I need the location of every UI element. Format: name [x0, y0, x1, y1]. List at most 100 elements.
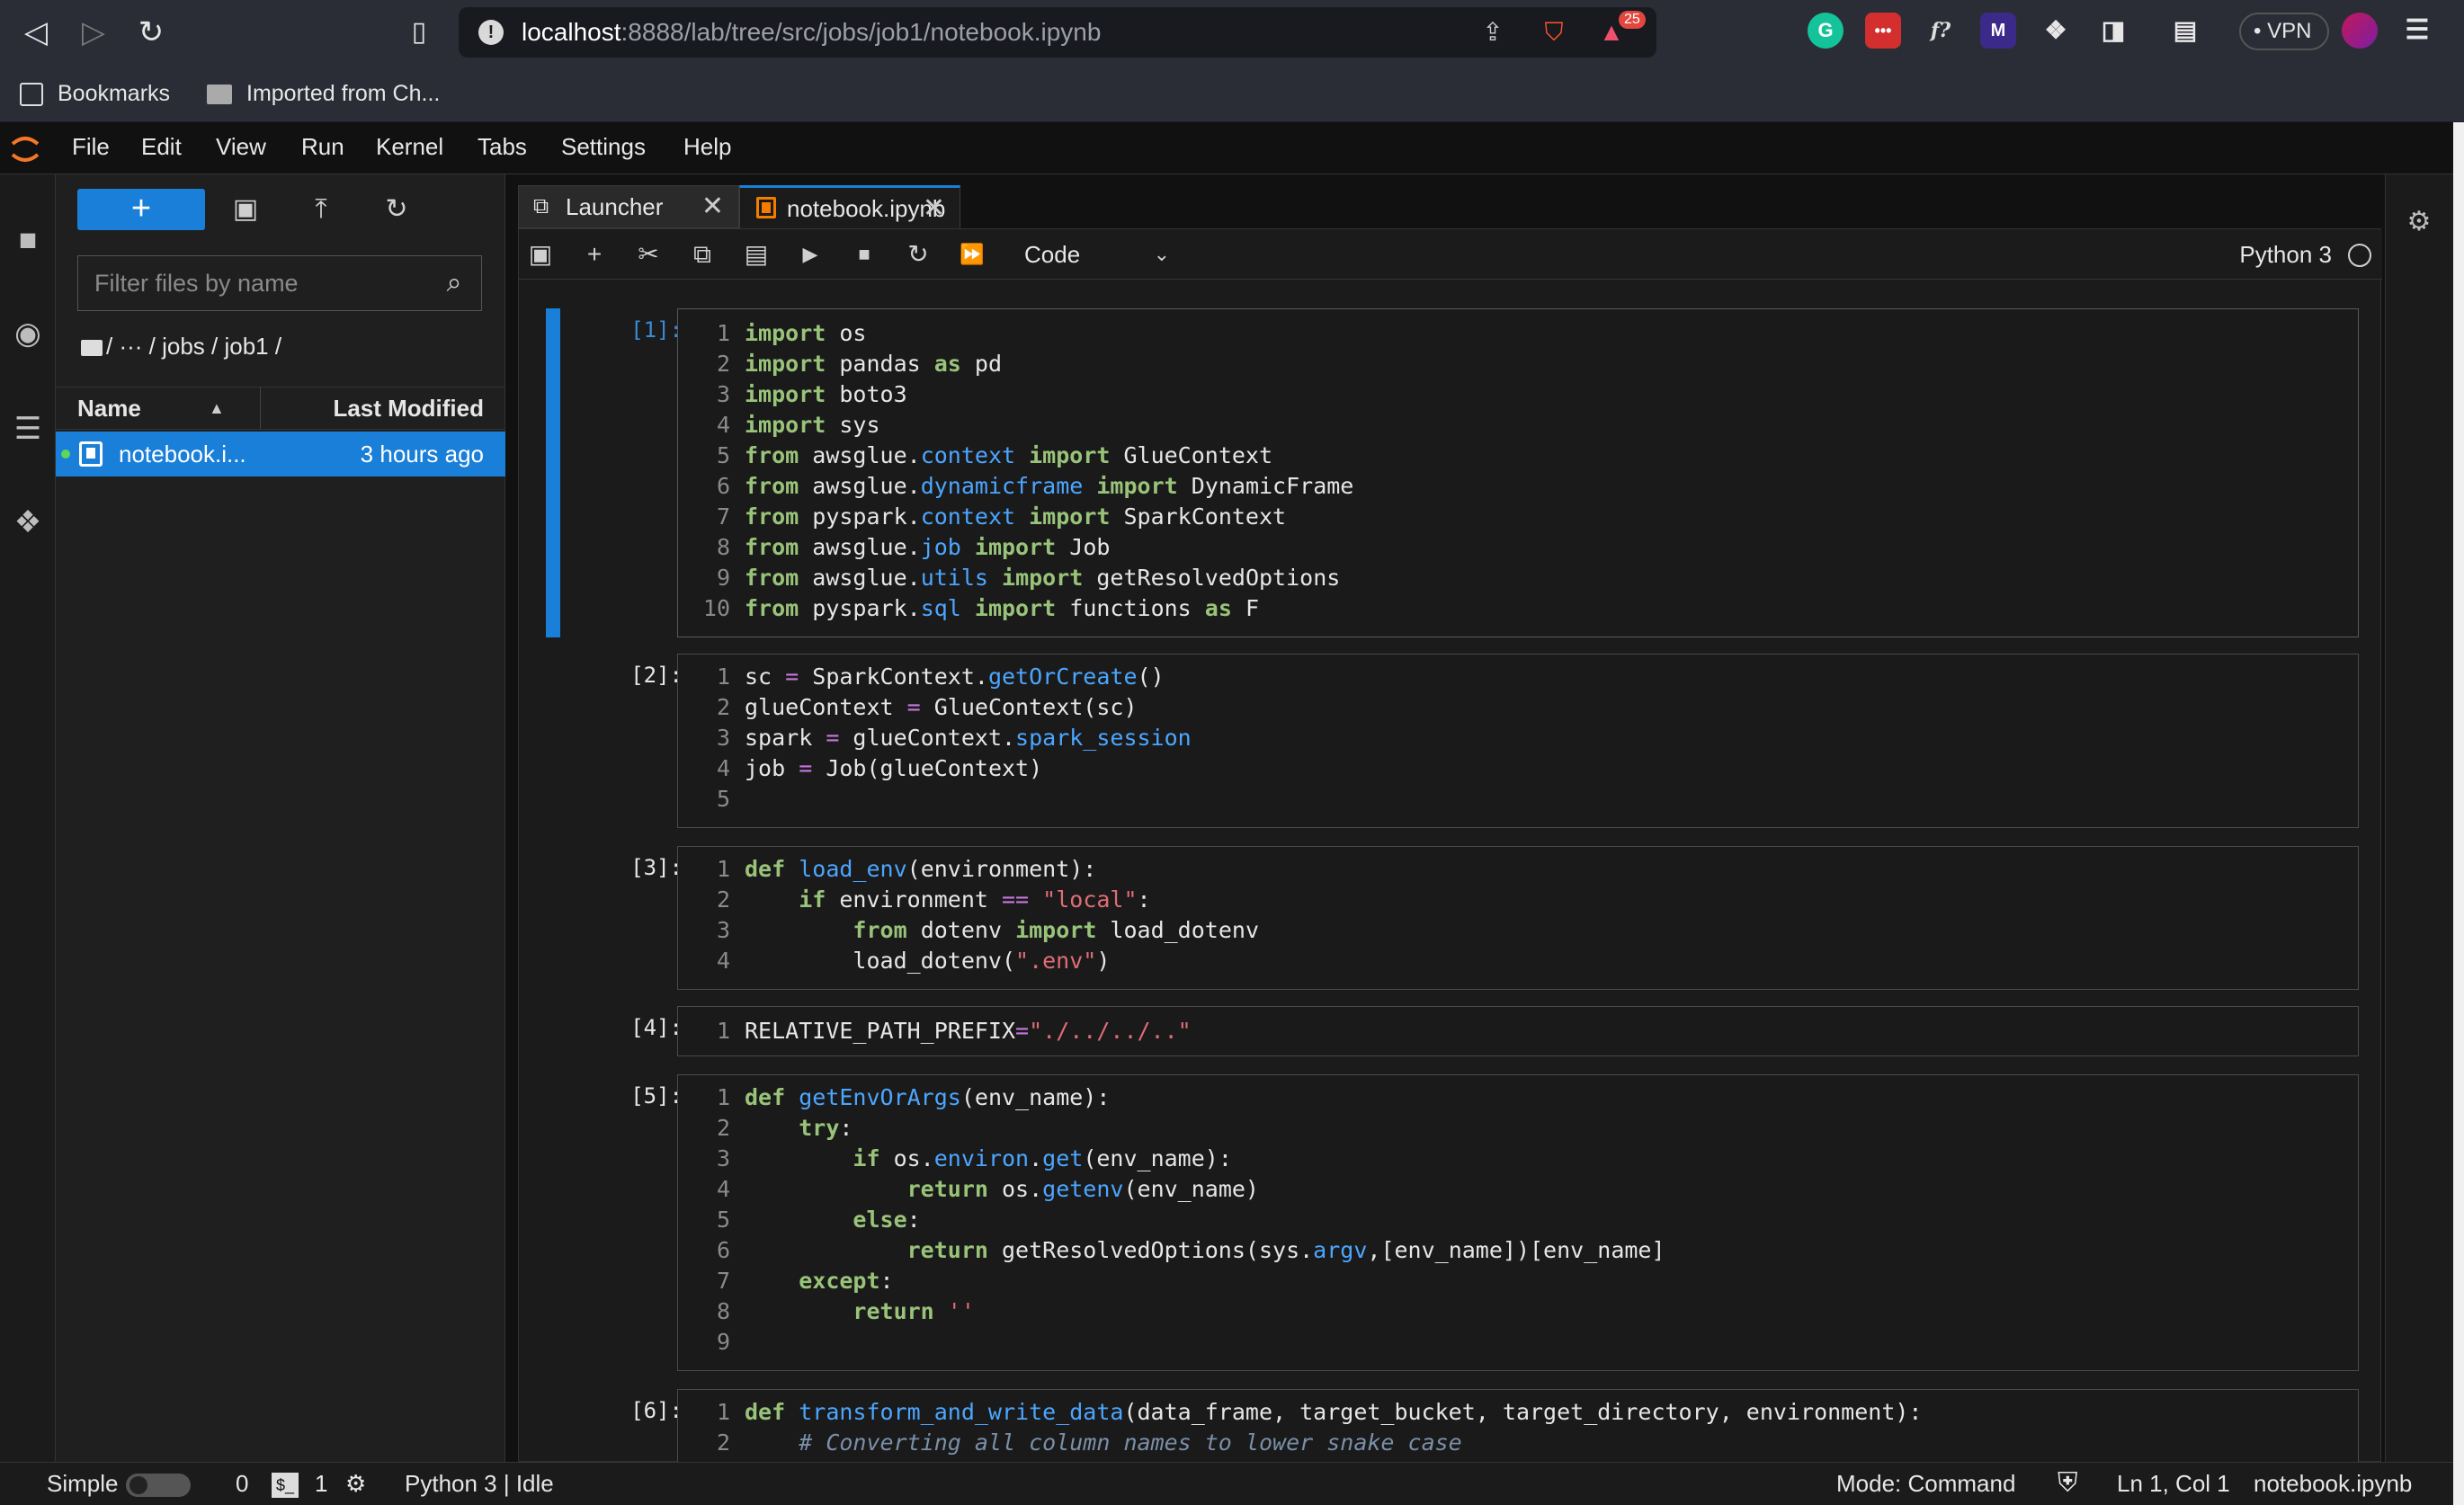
code-cell[interactable]: [4]: 1 RELATIVE_PATH_PREFIX="./../../.." [519, 1006, 2382, 1056]
notebook-file-icon [79, 441, 103, 467]
code-line: 4 job = Job(glueContext) [716, 755, 1043, 781]
code-cell[interactable]: [3]: 1 def load_env(environment): 2 if en… [519, 846, 2382, 990]
upload-icon[interactable]: ⤒ [300, 189, 342, 230]
code-line: 3 import boto3 [716, 381, 907, 407]
address-bar[interactable]: ! localhost:8888/lab/tree/src/jobs/job1/… [459, 7, 1656, 58]
new-launcher-button[interactable]: + [77, 189, 205, 230]
browser-toolbar: ◁ ▷ ↻ ▯ ! localhost:8888/lab/tree/src/jo… [0, 0, 2464, 65]
code-line: 3 spark = glueContext.spark_session [716, 725, 1192, 751]
cell-editor[interactable]: 1 sc = SparkContext.getOrCreate() 2 glueCo… [677, 654, 2359, 828]
property-inspector-icon[interactable]: ⚙ [2398, 201, 2440, 243]
cell-prompt: [1]: [630, 317, 683, 343]
paste-icon[interactable]: ▤ [738, 236, 774, 272]
cell-collapser[interactable] [546, 308, 560, 637]
cut-icon[interactable]: ✂ [630, 236, 666, 272]
cell-editor[interactable]: 1 def load_env(environment): 2 if environ… [677, 846, 2359, 990]
simple-mode-toggle[interactable] [126, 1474, 191, 1497]
forward-icon[interactable]: ▷ [74, 13, 113, 52]
cell-type-select[interactable]: Code ⌄ [1015, 236, 1177, 272]
menu-view[interactable]: View [216, 133, 266, 161]
menu-file[interactable]: File [72, 133, 110, 161]
kernel-gear-icon: ⚙ [345, 1470, 367, 1497]
save-icon[interactable]: ▣ [522, 236, 558, 272]
imported-bookmarks-folder[interactable]: Imported from Ch... [207, 76, 440, 111]
code-cell[interactable]: [1]: 1 import os 2 import pandas as pd 3 im… [519, 308, 2382, 637]
launcher-icon: ⧉ [533, 194, 549, 218]
code-cell[interactable]: [2]: 1 sc = SparkContext.getOrCreate() 2g… [519, 654, 2382, 828]
name-column-header[interactable]: Name ▲ [56, 387, 261, 429]
back-icon[interactable]: ◁ [16, 13, 56, 52]
restart-run-all-icon[interactable]: ⏩ [954, 236, 990, 272]
new-folder-icon[interactable]: ▣ [225, 189, 266, 230]
run-icon[interactable]: ▶ [792, 236, 828, 272]
restart-kernel-icon[interactable]: ↻ [900, 236, 936, 272]
file-browser-icon[interactable]: ■ [7, 219, 49, 261]
menu-bar: File Edit View Run Kernel Tabs Settings … [0, 122, 2453, 174]
menu-settings[interactable]: Settings [561, 133, 646, 161]
bookmark-icon[interactable]: ▯ [399, 13, 439, 52]
tab-notebook[interactable]: notebook.ipynb ✕ [739, 185, 960, 228]
extension-m-icon[interactable]: M [1980, 13, 2016, 49]
site-info-icon[interactable]: ! [478, 20, 504, 45]
folder-icon [81, 340, 103, 357]
tab-launcher[interactable]: ⧉ Launcher ✕ [518, 185, 739, 228]
code-line: 1 import os [716, 320, 867, 346]
left-sidebar-rail: ■ ◉ ☰ ❖ [0, 174, 56, 1462]
cell-editor[interactable]: 1 def getEnvOrArgs(env_name): 2 try: 3 if… [677, 1074, 2359, 1371]
bookmarks-folder[interactable]: Bookmarks [20, 76, 170, 111]
reload-icon[interactable]: ↻ [131, 13, 171, 52]
page-scrollbar[interactable] [2453, 122, 2464, 1505]
lastpass-icon[interactable]: ••• [1865, 13, 1901, 49]
code-line: 5 [716, 786, 730, 812]
code-line: 2 if environment == "local": [716, 886, 1151, 913]
kernel-status-text[interactable]: Python 3 | Idle [405, 1463, 554, 1504]
menu-kernel[interactable]: Kernel [376, 133, 443, 161]
last-modified-column-header[interactable]: Last Modified [333, 387, 484, 429]
code-cell[interactable]: [6]: 1 def transform_and_write_data(data_… [519, 1389, 2382, 1463]
url-text[interactable]: localhost:8888/lab/tree/src/jobs/job1/no… [522, 18, 1101, 47]
extension-manager-icon[interactable]: ❖ [7, 502, 49, 543]
notebook-cells[interactable]: [1]: 1 import os 2 import pandas as pd 3 im… [519, 280, 2382, 1463]
cell-prompt: [3]: [630, 855, 683, 880]
code-line: 2 try: [716, 1115, 853, 1141]
sidebar-icon[interactable]: ◨ [2095, 13, 2131, 49]
code-line: 2 import pandas as pd [716, 351, 1002, 377]
file-list-item[interactable]: notebook.i... 3 hours ago [56, 432, 505, 476]
vpn-button[interactable]: • VPN [2239, 13, 2329, 50]
menu-edit[interactable]: Edit [141, 133, 182, 161]
extensions-puzzle-icon[interactable]: ❖ [2038, 13, 2074, 49]
menu-help[interactable]: Help [683, 133, 731, 161]
code-cell[interactable]: [5]: 1 def getEnvOrArgs(env_name): 2 try:… [519, 1074, 2382, 1371]
insert-cell-icon[interactable]: + [576, 236, 612, 272]
code-line: 3 from dotenv import load_dotenv [716, 917, 1259, 943]
menu-tabs[interactable]: Tabs [478, 133, 527, 161]
brave-shields-icon[interactable]: ⛉ [1538, 16, 1570, 49]
refresh-icon[interactable]: ↻ [376, 189, 417, 230]
cursor-position[interactable]: Ln 1, Col 1 [2117, 1463, 2230, 1504]
copy-icon[interactable]: ⧉ [684, 236, 720, 272]
kernel-name[interactable]: Python 3 [2239, 236, 2332, 272]
jupyter-logo-icon [11, 137, 40, 162]
formula-extension-icon[interactable]: f? [1923, 13, 1959, 49]
code-line: 4 import sys [716, 412, 880, 438]
menu-icon[interactable]: ☰ [2399, 13, 2435, 49]
filter-files-input[interactable] [78, 256, 420, 310]
stop-icon[interactable]: ■ [846, 236, 882, 272]
grammarly-icon[interactable]: G [1808, 13, 1844, 49]
cell-editor[interactable]: 1 def transform_and_write_data(data_frame… [677, 1389, 2359, 1463]
trusted-shield-icon[interactable]: ⛨ [2058, 1463, 2078, 1504]
close-icon[interactable]: ✕ [923, 188, 945, 229]
menu-run[interactable]: Run [301, 133, 344, 161]
breadcrumb[interactable]: / ··· / jobs / job1 / [81, 333, 281, 369]
profile-avatar[interactable] [2342, 13, 2378, 49]
share-icon[interactable]: ⇪ [1477, 16, 1509, 49]
terminals-count[interactable]: 0 [236, 1463, 248, 1504]
folder-icon [207, 85, 232, 105]
wallet-icon[interactable]: ▤ [2167, 13, 2203, 49]
table-of-contents-icon[interactable]: ☰ [7, 408, 49, 450]
cell-editor[interactable]: 1 RELATIVE_PATH_PREFIX="./../../.." [677, 1006, 2359, 1056]
cell-editor[interactable]: 1 import os 2 import pandas as pd 3 import … [677, 308, 2359, 637]
close-icon[interactable]: ✕ [701, 186, 724, 227]
running-kernels-icon[interactable]: ◉ [7, 313, 49, 354]
kernels-count[interactable]: 1 [315, 1463, 327, 1504]
